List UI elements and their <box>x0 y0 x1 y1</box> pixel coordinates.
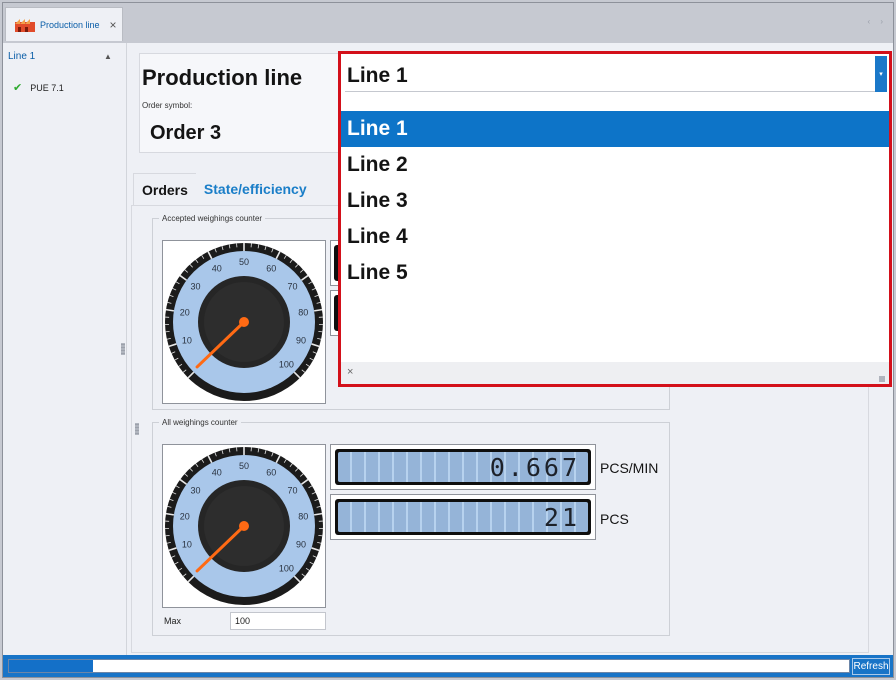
gauge-scale-label: 70 <box>288 282 298 292</box>
close-dropdown-icon[interactable]: × <box>347 366 353 378</box>
gauge-scale-label: 50 <box>239 257 249 267</box>
gauge-hub <box>239 317 249 327</box>
order-value: Order 3 <box>150 122 222 144</box>
status-bar: Refresh <box>3 655 893 677</box>
dropdown-arrow-icon[interactable]: ▾ <box>875 56 887 92</box>
close-tab-icon[interactable]: × <box>110 18 117 32</box>
progress-fill <box>9 660 93 672</box>
gauge-hub <box>239 521 249 531</box>
gauge-scale-label: 20 <box>180 308 190 318</box>
line-option[interactable]: Line 3 <box>341 183 889 219</box>
rate-value: 0.667 <box>338 452 588 482</box>
dropdown-footer: × <box>341 362 889 384</box>
rate-unit: PCS/MIN <box>600 460 659 476</box>
gauge-scale-label: 40 <box>212 468 222 478</box>
rate-display: 0.667 <box>330 444 596 490</box>
max-label: Max <box>164 616 182 626</box>
line-tree-panel: Line 1 ▲ ✔ PUE 7.1 <box>3 43 127 655</box>
tab-production-line[interactable]: Production line × <box>5 7 123 41</box>
check-icon: ✔ <box>13 82 23 94</box>
order-symbol-label: Order symbol: <box>142 101 193 110</box>
gauge-scale-label: 10 <box>182 336 192 346</box>
refresh-button[interactable]: Refresh <box>852 658 890 675</box>
collapse-caret-icon[interactable]: ▲ <box>104 52 112 61</box>
gauge-scale-label: 90 <box>296 540 306 550</box>
gauge-scale-label: 60 <box>266 264 276 274</box>
document-tab-bar: Production line × ‹ › <box>3 3 893 43</box>
line-select-dropdown[interactable]: Line 1 ▾ Line 1 Line 2 Line 3 Line 4 Line 5 … <box>338 51 892 387</box>
gauge-scale-label: 80 <box>298 308 308 318</box>
tab-orders[interactable]: Orders <box>133 173 196 205</box>
count-value: 21 <box>338 502 588 532</box>
gauge-scale-label: 50 <box>239 461 249 471</box>
line-select-value: Line 1 <box>347 64 408 87</box>
factory-icon <box>15 18 35 32</box>
progress-bar <box>8 659 850 673</box>
accepted-gauge: 10 20 30 40 50 60 70 80 90 100 <box>162 240 326 404</box>
tab-scroll-arrows[interactable]: ‹ › <box>867 17 887 26</box>
device-label: PUE 7.1 <box>30 82 64 93</box>
production-line-title: Production line <box>142 65 303 90</box>
gauge-scale-label: 10 <box>182 540 192 550</box>
tab-state-efficiency[interactable]: State/efficiency <box>196 173 315 205</box>
max-input[interactable]: 100 <box>230 612 326 630</box>
splitter-grip[interactable] <box>121 343 125 355</box>
line-option[interactable]: Line 4 <box>341 219 889 255</box>
line-option[interactable]: Line 2 <box>341 147 889 183</box>
gauge-scale-label: 30 <box>190 486 200 496</box>
gauge-scale-label: 100 <box>279 563 294 573</box>
gauge-scale-label: 70 <box>288 486 298 496</box>
count-unit: PCS <box>600 511 629 527</box>
line-option[interactable]: Line 1 <box>341 111 889 147</box>
gauge-scale-label: 80 <box>298 512 308 522</box>
all-gauge: 10 20 30 40 50 60 70 80 90 100 <box>162 444 326 608</box>
line-option[interactable]: Line 5 <box>341 255 889 291</box>
splitter-grip-2[interactable] <box>135 423 139 435</box>
gauge-scale-label: 30 <box>190 282 200 292</box>
gauge-scale-label: 40 <box>212 264 222 274</box>
accepted-weighings-legend: Accepted weighings counter <box>162 214 263 223</box>
line-select-field[interactable]: Line 1 ▾ <box>345 56 887 92</box>
tree-item-device[interactable]: ✔ PUE 7.1 <box>13 81 64 94</box>
all-weighings-legend: All weighings counter <box>162 418 238 427</box>
view-tabs: Orders State/efficiency <box>133 173 315 205</box>
tab-label: Production line <box>40 19 100 30</box>
accepted-gauge-dial: 10 20 30 40 50 60 70 80 90 100 <box>165 243 323 401</box>
gauge-scale-label: 100 <box>279 359 294 369</box>
resize-grip-icon[interactable] <box>879 376 885 382</box>
gauge-scale-label: 60 <box>266 468 276 478</box>
line-options-list: Line 1 Line 2 Line 3 Line 4 Line 5 <box>341 111 889 291</box>
gauge-scale-label: 90 <box>296 336 306 346</box>
all-gauge-dial: 10 20 30 40 50 60 70 80 90 100 <box>165 447 323 605</box>
count-display: 21 <box>330 494 596 540</box>
gauge-scale-label: 20 <box>180 512 190 522</box>
tree-item-line-1[interactable]: Line 1 <box>8 51 35 62</box>
